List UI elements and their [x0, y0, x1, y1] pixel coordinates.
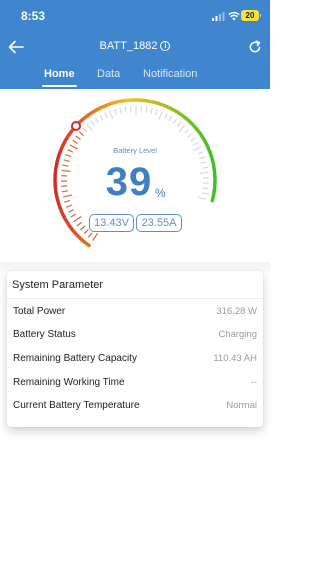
gauge-tick [199, 171, 209, 174]
status-time: 8:53 [21, 9, 46, 23]
gauge-tick [104, 112, 108, 119]
gauge-tick [168, 115, 173, 122]
param-value: 316.28 W [216, 306, 257, 317]
param-label: Current Battery Temperature [13, 400, 140, 411]
tab-data[interactable]: Data [97, 68, 120, 80]
param-label: Battery Status [13, 329, 76, 340]
param-value: Normal [226, 400, 257, 411]
gauge-tick [65, 154, 72, 158]
gauge-tick [65, 204, 73, 208]
device-title: BATT_1882 i [0, 40, 270, 52]
gauge-tick [202, 187, 209, 190]
gauge-tick [187, 132, 193, 138]
device-name: BATT_1882 [99, 40, 158, 52]
param-label: Total Power [13, 306, 66, 317]
param-value: Charging [218, 329, 257, 340]
battery-status-icon: 20 [241, 10, 261, 21]
gauge-tick [201, 192, 208, 195]
gauge-tick [176, 121, 182, 128]
gauge-tick [76, 221, 83, 227]
info-icon[interactable]: i [160, 41, 171, 51]
tab-bar: Home Data Notification [0, 68, 270, 89]
gauge-tick [200, 161, 207, 164]
refresh-icon[interactable] [248, 40, 262, 54]
gauge-tick [61, 185, 68, 187]
battery-percentage: 39 [105, 160, 153, 204]
gauge-tick [114, 108, 117, 115]
gauge-tick [150, 107, 153, 114]
param-label: Remaining Battery Capacity [13, 353, 137, 364]
gauge-tick [92, 232, 99, 241]
gauge-tick [61, 169, 71, 173]
current-badge: 23.55A [136, 214, 182, 232]
gauge-tick [78, 131, 84, 136]
gauge-tick [79, 225, 86, 231]
gauge-tick [83, 229, 89, 235]
param-row-battery-status: Battery Status Charging [7, 329, 263, 349]
gauge-tick [184, 128, 190, 134]
active-tab-indicator [42, 85, 77, 87]
gauge-tick [73, 216, 82, 223]
gauge-tick [109, 110, 114, 120]
param-row-temperature: Current Battery Temperature Normal [7, 400, 263, 420]
gauge-indicator-knob [71, 121, 81, 131]
gauge-tick [86, 123, 93, 132]
gauge-tick [158, 110, 163, 120]
app-header: 8:53 20 BATT_1882 i Home Data Notificatio… [0, 0, 270, 89]
param-value: -- [250, 377, 257, 388]
gauge-tick [145, 106, 148, 113]
gauge-tick [201, 166, 209, 169]
gauge-tick [154, 109, 158, 116]
system-parameter-card: System Parameter Total Power 316.28 W Ba… [7, 271, 263, 427]
gauge-tick [90, 120, 95, 126]
gauge-tick [99, 114, 104, 121]
tab-notification[interactable]: Notification [143, 68, 197, 80]
gauge-tick [64, 199, 71, 203]
gauge-tick [199, 156, 206, 160]
gauge-tick [193, 141, 199, 146]
param-row-remaining-time: Remaining Working Time -- [7, 377, 263, 397]
cellular-signal-icon [212, 12, 225, 21]
gauge-tick [82, 127, 88, 133]
gauge-tick [70, 213, 77, 218]
gauge-tick [72, 139, 78, 145]
param-row-remaining-capacity: Remaining Battery Capacity 110.43 AH [7, 353, 263, 373]
gauge-tick [197, 196, 207, 200]
wifi-icon [228, 11, 240, 21]
param-label: Remaining Working Time [13, 377, 125, 388]
gauge-tick [61, 190, 68, 193]
battery-status-level: 20 [245, 11, 255, 20]
param-row-total-power: Total Power 316.28 W [7, 306, 263, 326]
gauge-tick [87, 232, 93, 238]
gauge-tick [62, 194, 72, 198]
card-title: System Parameter [12, 279, 104, 291]
gauge-tick [124, 106, 127, 113]
voltage-badge: 13.43V [89, 214, 134, 232]
status-bar: 8:53 20 [0, 0, 270, 28]
gauge-tick [119, 107, 122, 114]
param-value: 110.43 AH [213, 353, 257, 364]
gauge-tick [140, 106, 142, 113]
gauge-tick [172, 118, 178, 125]
battery-percentage-unit: % [155, 186, 166, 200]
tab-home[interactable]: Home [44, 68, 75, 80]
gauge-tick [94, 117, 100, 123]
gauge-tick [190, 137, 196, 142]
gauge-tick [62, 164, 69, 167]
gauge-tick [68, 209, 75, 213]
gauge-tick [178, 124, 186, 133]
gauge-tick [63, 159, 70, 162]
gauge-tick [75, 135, 81, 140]
gauge-tick [164, 113, 168, 120]
gauge-label: Battery Level [113, 146, 157, 155]
card-divider [7, 298, 263, 299]
